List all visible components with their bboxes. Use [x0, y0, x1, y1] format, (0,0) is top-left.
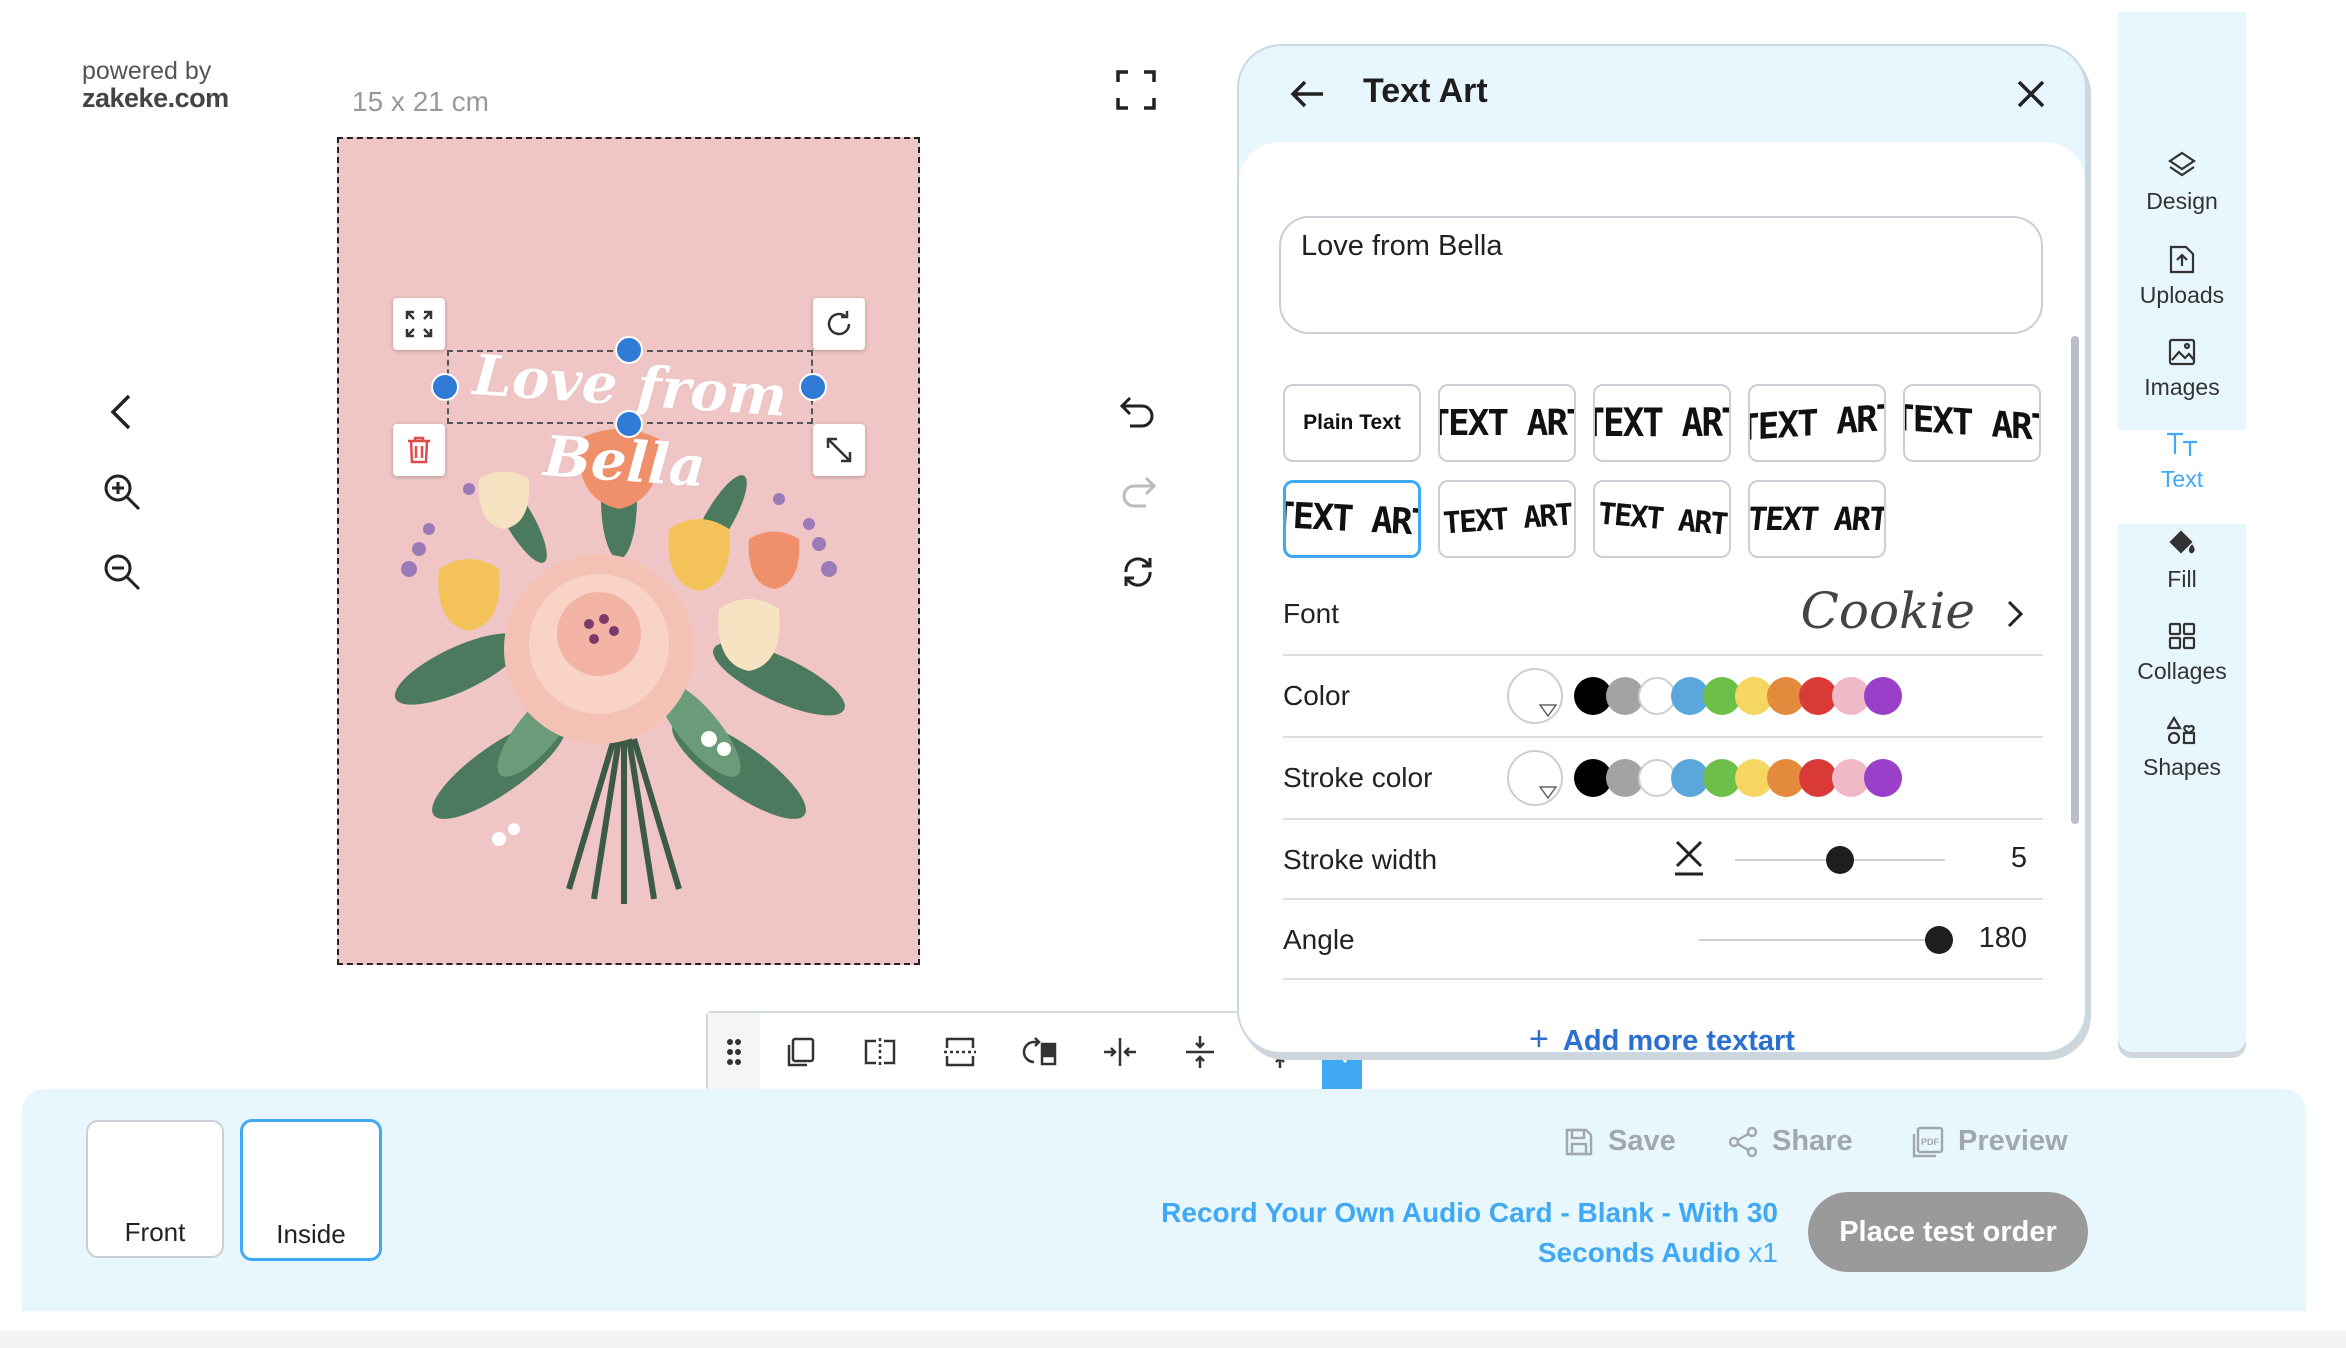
- style-text-art-6[interactable]: TEXT ART: [1438, 480, 1576, 558]
- drag-handle-icon[interactable]: [708, 1013, 760, 1091]
- style-text-art-3[interactable]: TEXT ART: [1748, 384, 1886, 462]
- preview-button[interactable]: PDF Preview: [1910, 1125, 2068, 1158]
- sidebar-item-shapes[interactable]: Shapes: [2118, 716, 2246, 810]
- style-text-art-2[interactable]: TEXT ART: [1593, 384, 1731, 462]
- style-text-art-8[interactable]: TEXT ART: [1748, 480, 1886, 558]
- side-thumbnail-inside[interactable]: Inside: [240, 1119, 382, 1261]
- layers-icon: [2168, 151, 2196, 177]
- text-icon: [2167, 432, 2197, 456]
- font-label: Font: [1283, 598, 1340, 629]
- resize-handle-left[interactable]: [431, 373, 459, 401]
- color-label: Color: [1283, 680, 1350, 711]
- resize-handle-top[interactable]: [615, 336, 643, 364]
- angle-slider-thumb[interactable]: [1925, 926, 1953, 954]
- paint-bucket-icon: [2169, 530, 2195, 554]
- close-icon[interactable]: [2009, 72, 2053, 116]
- sidebar-item-text[interactable]: Text: [2118, 430, 2246, 524]
- font-value[interactable]: Cookie: [1801, 582, 1975, 640]
- product-quantity: x1: [1748, 1237, 1778, 1268]
- back-arrow-icon[interactable]: [1283, 72, 1331, 116]
- duplicate-icon[interactable]: [760, 1013, 840, 1091]
- sidebar-item-collages[interactable]: Collages: [2118, 622, 2246, 716]
- angle-label: Angle: [1283, 924, 1355, 955]
- panel-body: Plain Text TEXT ART TEXT ART TEXT ART TE…: [1239, 142, 2085, 1052]
- color-picker[interactable]: [1507, 668, 1563, 724]
- no-stroke-icon[interactable]: [1667, 836, 1711, 880]
- save-icon: [1565, 1128, 1593, 1155]
- stroke-width-label: Stroke width: [1283, 844, 1438, 875]
- stroke-color-picker[interactable]: [1507, 750, 1563, 806]
- stroke-width-value[interactable]: 5: [1957, 842, 2027, 875]
- sidebar-item-design[interactable]: Design: [2118, 150, 2246, 244]
- angle-slider-track[interactable]: [1699, 939, 1939, 941]
- undo-icon[interactable]: [1108, 382, 1168, 442]
- maximize-icon[interactable]: [393, 298, 445, 350]
- style-text-art-5[interactable]: TEXT ART: [1283, 480, 1421, 558]
- sidebar-item-uploads[interactable]: Uploads: [2118, 244, 2246, 338]
- delete-icon[interactable]: [393, 424, 445, 476]
- share-icon: [1728, 1126, 1758, 1157]
- style-text-art-7[interactable]: TEXT ART: [1593, 480, 1731, 558]
- angle-value[interactable]: 180: [1957, 922, 2027, 955]
- stroke-color-label: Stroke color: [1283, 762, 1433, 793]
- footer-strip: [0, 1330, 2346, 1348]
- zakeke-brand: zakeke.com: [82, 83, 229, 114]
- main-sidebar: Design Uploads Images Text Fill Collages…: [2118, 12, 2246, 1052]
- color-swatch[interactable]: [1863, 677, 1902, 715]
- design-canvas[interactable]: [337, 137, 920, 965]
- side-thumbnail-front[interactable]: Front: [86, 1120, 224, 1258]
- stroke-color-swatch[interactable]: [1863, 759, 1902, 797]
- flip-horizontal-icon[interactable]: [840, 1013, 920, 1091]
- svg-text:PDF: PDF: [1921, 1137, 1940, 1147]
- scale-icon[interactable]: [813, 424, 865, 476]
- flip-vertical-icon[interactable]: [920, 1013, 1000, 1091]
- previous-icon[interactable]: [92, 382, 152, 442]
- center-vertical-icon[interactable]: [1160, 1013, 1240, 1091]
- bring-forward-icon[interactable]: [1000, 1013, 1080, 1091]
- panel-header: Text Art: [1239, 46, 2085, 142]
- image-icon: [2168, 338, 2196, 366]
- place-test-order-button[interactable]: Place test order: [1808, 1192, 2088, 1272]
- panel-title: Text Art: [1363, 72, 1488, 110]
- zoom-out-icon[interactable]: [92, 542, 152, 602]
- style-text-art-4[interactable]: TEXT ART: [1903, 384, 2041, 462]
- stroke-width-slider-thumb[interactable]: [1826, 846, 1854, 874]
- resize-handle-right[interactable]: [799, 373, 827, 401]
- powered-by-logo: powered by zakeke.com: [82, 58, 229, 113]
- chevron-right-icon[interactable]: [1995, 592, 2035, 636]
- save-button[interactable]: Save: [1564, 1125, 1676, 1158]
- bottom-bar: Front Inside Save Share PDF Preview Reco…: [22, 1089, 2306, 1311]
- style-plain-text[interactable]: Plain Text: [1283, 384, 1421, 462]
- text-art-panel: Text Art Plain Text TEXT ART TEXT ART TE…: [1237, 44, 2087, 1054]
- redo-icon[interactable]: [1108, 462, 1168, 522]
- upload-icon: [2169, 245, 2195, 274]
- sidebar-item-fill[interactable]: Fill: [2118, 528, 2246, 622]
- resize-handle-bottom[interactable]: [615, 410, 643, 438]
- zoom-in-icon[interactable]: [92, 462, 152, 522]
- center-horizontal-icon[interactable]: [1080, 1013, 1160, 1091]
- add-more-textart-button[interactable]: + Add more textart: [1239, 1020, 2085, 1052]
- fullscreen-icon[interactable]: [1108, 62, 1164, 118]
- grid-icon: [2168, 622, 2196, 650]
- shapes-icon: [2167, 716, 2196, 745]
- product-name: Record Your Own Audio Card - Blank - Wit…: [1161, 1197, 1778, 1268]
- text-input[interactable]: [1279, 216, 2043, 334]
- powered-by-text: powered by: [82, 57, 212, 85]
- pdf-icon: PDF: [1912, 1126, 1944, 1157]
- style-text-art-1[interactable]: TEXT ART: [1438, 384, 1576, 462]
- rotate-icon[interactable]: [813, 298, 865, 350]
- reset-icon[interactable]: [1108, 542, 1168, 602]
- sidebar-item-images[interactable]: Images: [2118, 338, 2246, 432]
- share-button[interactable]: Share: [1728, 1125, 1853, 1158]
- panel-scrollbar[interactable]: [2071, 336, 2079, 824]
- canvas-size-label: 15 x 21 cm: [352, 86, 489, 117]
